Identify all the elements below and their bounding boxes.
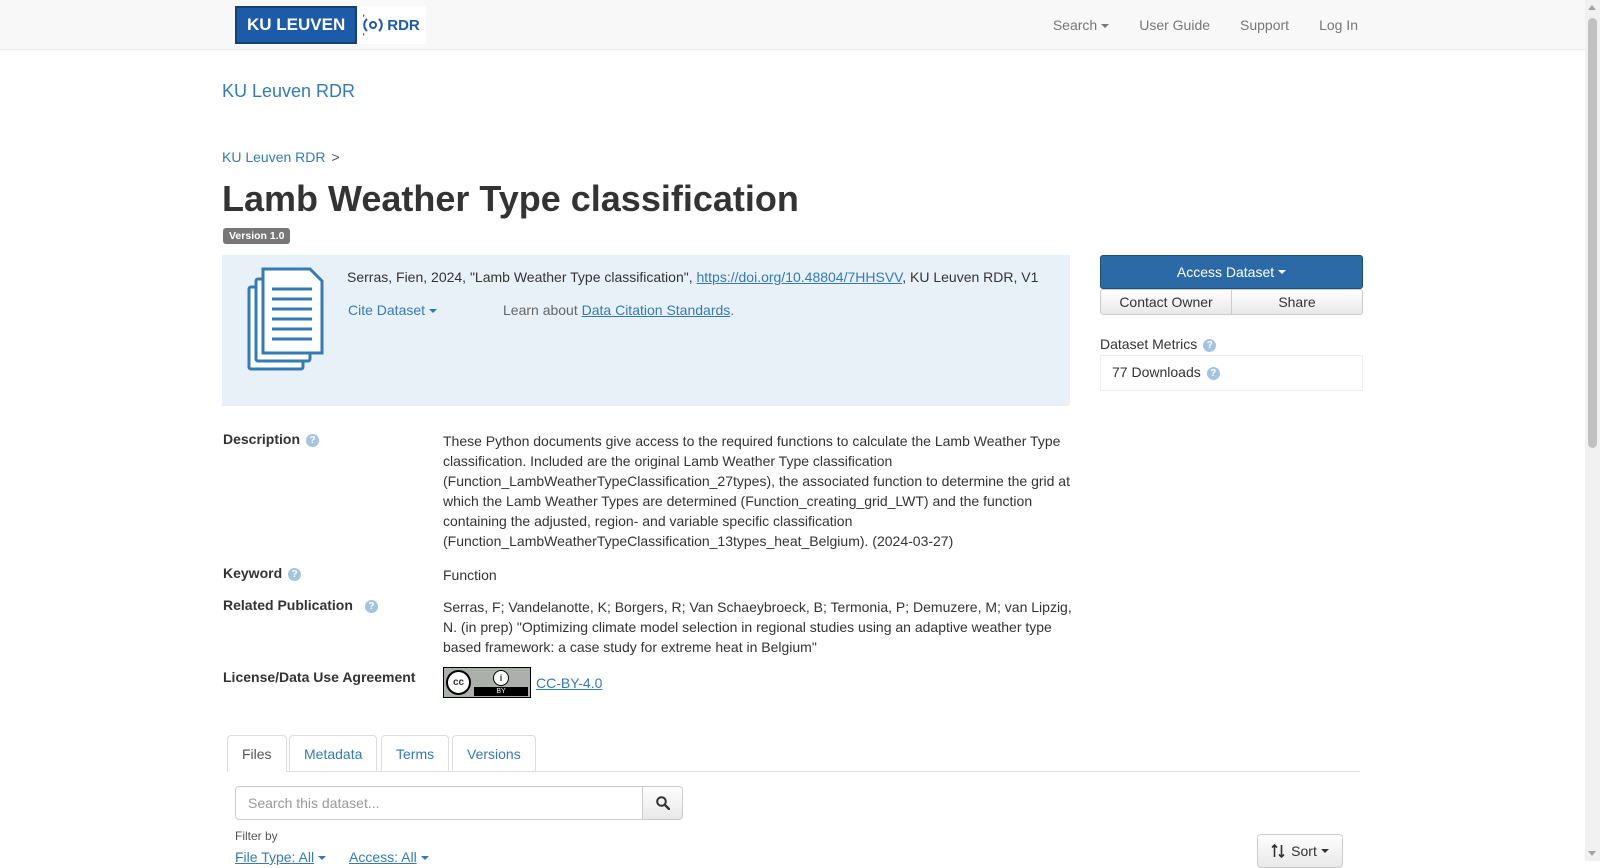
license-label: License/Data Use Agreement — [223, 669, 416, 685]
help-icon[interactable]: ? — [288, 567, 302, 581]
learn-about-citation: Learn about Data Citation Standards. — [503, 302, 734, 318]
nav-search-label: Search — [1052, 17, 1098, 33]
caret-down-icon — [1320, 849, 1329, 853]
tab-terms[interactable]: Terms — [381, 735, 450, 771]
logo-ku-text: KU LEUVEN — [235, 6, 358, 44]
tab-versions[interactable]: Versions — [452, 735, 536, 771]
owner-share-button-group: Contact Owner Share — [1100, 289, 1363, 315]
help-icon[interactable]: ? — [1203, 338, 1217, 352]
sort-button[interactable]: Sort — [1257, 834, 1343, 868]
scroll-thumb[interactable] — [1588, 18, 1597, 448]
rdr-signal-icon — [363, 14, 383, 36]
logo-rdr-text: RDR — [387, 16, 420, 34]
logo-rdr: RDR — [357, 6, 426, 44]
downloads-count: 77 Downloads — [1112, 364, 1201, 380]
sort-label: Sort — [1291, 843, 1317, 859]
citation-text: Serras, Fien, 2024, "Lamb Weather Type c… — [347, 267, 1057, 287]
ku-leuven-rdr-logo[interactable]: KU LEUVEN RDR — [235, 6, 426, 44]
by-label: BY — [474, 687, 528, 696]
nav-support[interactable]: Support — [1240, 17, 1289, 33]
navbar-menu: Search User Guide Support Log In — [1053, 0, 1358, 50]
help-icon[interactable]: ? — [306, 433, 320, 447]
metrics-box: 77 Downloads? — [1100, 355, 1363, 391]
related-publication-value: Serras, F; Vandelanotte, K; Borgers, R; … — [443, 599, 1072, 655]
dataset-metrics-label: Dataset Metrics — [1100, 336, 1198, 352]
tab-files[interactable]: Files — [227, 735, 287, 772]
dataset-tabs: Files Metadata Terms Versions — [227, 735, 1360, 772]
cite-dataset-label: Cite Dataset — [348, 302, 426, 318]
keyword-value: Function — [443, 567, 497, 583]
file-type-filter-label: File Type: All — [235, 849, 315, 865]
cc-icon: cc — [446, 670, 471, 695]
learn-about-prefix: Learn about — [503, 302, 582, 318]
cc-by-license-icon[interactable]: cc i BY — [443, 667, 531, 698]
version-badge: Version 1.0 — [223, 228, 291, 244]
search-dataset-input[interactable] — [235, 786, 643, 820]
nav-search-dropdown[interactable]: Search — [1052, 17, 1110, 33]
dataset-document-icon — [247, 267, 324, 371]
top-navbar: KU LEUVEN RDR Search User Guide Support … — [0, 0, 1585, 50]
cite-dataset-dropdown[interactable]: Cite Dataset — [348, 302, 438, 318]
access-dataset-button[interactable]: Access Dataset — [1100, 255, 1363, 289]
file-search — [235, 786, 683, 820]
caret-down-icon — [1101, 24, 1110, 29]
description-label-text: Description — [223, 431, 301, 447]
breadcrumb-root-link[interactable]: KU Leuven RDR — [222, 149, 326, 165]
file-type-filter-dropdown[interactable]: File Type: All — [235, 849, 327, 865]
keyword-label: Keyword? — [223, 565, 302, 581]
nav-log-in[interactable]: Log In — [1319, 17, 1358, 33]
breadcrumb: KU Leuven RDR > — [222, 149, 340, 165]
dataverse-name-link[interactable]: KU Leuven RDR — [222, 81, 355, 102]
caret-down-icon — [1278, 270, 1287, 274]
keyword-label-text: Keyword — [223, 565, 283, 581]
search-icon — [655, 796, 670, 810]
doi-link[interactable]: https://doi.org/10.48804/7HHSVV — [696, 269, 902, 285]
nav-user-guide[interactable]: User Guide — [1139, 17, 1210, 33]
data-citation-standards-link[interactable]: Data Citation Standards — [582, 302, 731, 318]
related-publication-label-text: Related Publication — [223, 597, 353, 613]
caret-down-icon — [429, 309, 438, 314]
caret-down-icon — [420, 856, 429, 861]
access-dataset-label: Access Dataset — [1176, 264, 1275, 280]
dataset-metrics-title: Dataset Metrics? — [1100, 336, 1217, 352]
scroll-up-arrow-icon[interactable] — [1588, 5, 1596, 10]
related-publication-label: Related Publication? — [223, 597, 378, 613]
description-value: These Python documents give access to th… — [443, 433, 1070, 549]
description-label: Description? — [223, 431, 320, 447]
breadcrumb-separator: > — [331, 149, 340, 165]
citation-text-before: Serras, Fien, 2024, "Lamb Weather Type c… — [347, 269, 697, 285]
search-button[interactable] — [643, 786, 683, 820]
license-value: cc i BY CC-BY-4.0 — [443, 667, 1073, 698]
page-scrollbar[interactable] — [1585, 0, 1600, 861]
tab-metadata[interactable]: Metadata — [289, 735, 378, 771]
sort-icon — [1271, 844, 1285, 858]
filter-by-label: Filter by — [235, 829, 278, 843]
caret-down-icon — [318, 856, 327, 861]
help-icon[interactable]: ? — [1206, 366, 1220, 380]
help-icon[interactable]: ? — [364, 599, 378, 613]
citation-text-after: , KU Leuven RDR, V1 — [902, 269, 1039, 285]
license-link[interactable]: CC-BY-4.0 — [536, 675, 602, 691]
access-filter-label: Access: All — [349, 849, 417, 865]
contact-owner-button[interactable]: Contact Owner — [1100, 289, 1232, 315]
share-button[interactable]: Share — [1232, 289, 1363, 315]
citation-box: Serras, Fien, 2024, "Lamb Weather Type c… — [222, 255, 1070, 406]
learn-about-suffix: . — [730, 302, 735, 318]
dataset-title: Lamb Weather Type classification — [222, 178, 799, 219]
access-filter-dropdown[interactable]: Access: All — [349, 849, 429, 865]
scroll-down-arrow-icon[interactable] — [1588, 851, 1596, 856]
